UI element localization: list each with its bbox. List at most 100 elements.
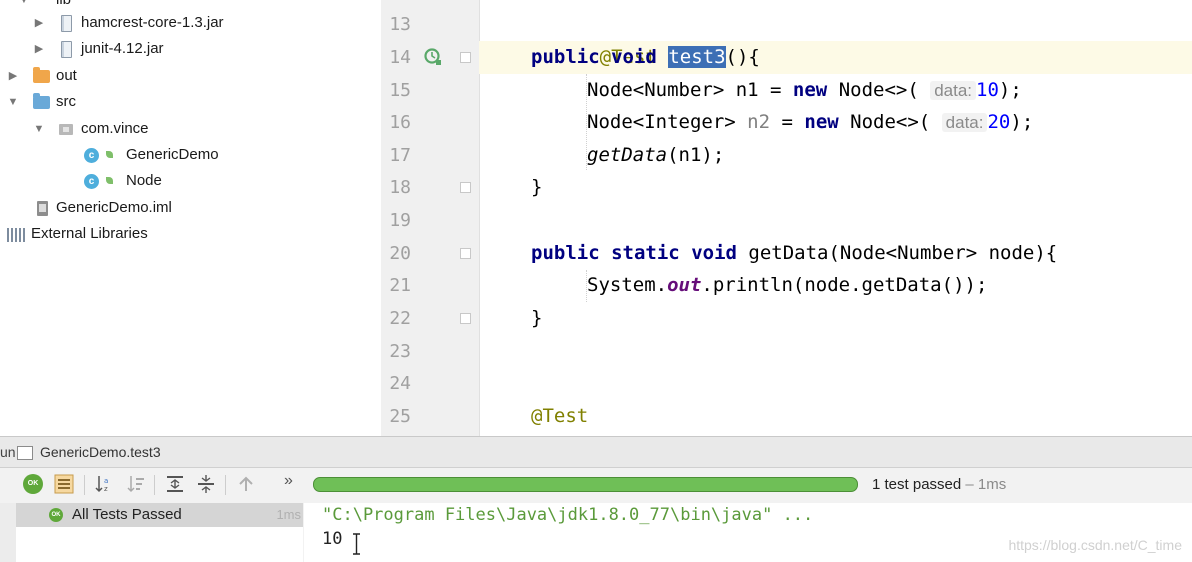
svg-text:a: a bbox=[104, 477, 108, 485]
editor-gutter[interactable]: 13 14 15 16 17 18 19 20 21 22 23 24 25 bbox=[381, 0, 480, 436]
show-ignored-icon[interactable] bbox=[54, 474, 74, 494]
sort-alphabetically-icon[interactable]: a z bbox=[94, 474, 114, 494]
code-token: } bbox=[531, 176, 543, 198]
test-progress-bar bbox=[313, 477, 858, 492]
code-line-17: getData(n1); bbox=[587, 139, 724, 172]
svg-text:z: z bbox=[104, 485, 108, 493]
sort-by-duration-icon[interactable] bbox=[126, 474, 146, 494]
test-result-item[interactable]: OK All Tests Passed 1ms bbox=[16, 503, 303, 527]
previous-failed-test-icon[interactable] bbox=[236, 474, 256, 494]
keyword-token: static bbox=[611, 242, 680, 264]
line-number: 21 bbox=[389, 275, 411, 296]
leaf-icon bbox=[106, 151, 113, 158]
line-number: 24 bbox=[389, 373, 411, 394]
line-number: 18 bbox=[389, 177, 411, 198]
line-number: 17 bbox=[389, 145, 411, 166]
expand-all-icon[interactable] bbox=[165, 474, 185, 494]
code-line-16: Node<Integer> n2 = new Node<>( data: 20); bbox=[587, 106, 1033, 139]
project-tree: ▼ lib ▶ hamcrest-core-1.3.jar ▶ junit-4.… bbox=[0, 0, 382, 436]
unused-variable-token: n2 bbox=[735, 111, 771, 133]
parameter-hint: data: bbox=[930, 81, 977, 100]
jar-icon bbox=[61, 15, 72, 32]
tree-item-junit-jar[interactable]: ▶ junit-4.12.jar bbox=[0, 36, 380, 62]
show-passed-toggle[interactable]: OK bbox=[23, 474, 43, 494]
fold-marker-icon[interactable] bbox=[460, 248, 471, 259]
line-number: 19 bbox=[389, 210, 411, 231]
keyword-token: void bbox=[691, 242, 737, 264]
passed-icon: OK bbox=[49, 508, 63, 522]
code-token: Node<Number> bbox=[587, 79, 725, 101]
jar-icon bbox=[61, 41, 72, 58]
code-line-20: public static void getData(Node<Number> … bbox=[531, 237, 1057, 270]
module-file-icon bbox=[37, 201, 48, 216]
tree-item-label: GenericDemo.iml bbox=[56, 199, 172, 216]
tree-item-node[interactable]: c Node bbox=[0, 168, 380, 194]
chevron-right-icon[interactable]: ▶ bbox=[32, 10, 46, 36]
tree-item-label: out bbox=[56, 67, 77, 84]
fold-marker-icon[interactable] bbox=[460, 52, 471, 63]
tree-item-label: junit-4.12.jar bbox=[81, 40, 164, 57]
code-token: (n1); bbox=[667, 144, 725, 166]
tree-item-external-libraries[interactable]: External Libraries bbox=[0, 221, 380, 247]
collapse-all-icon[interactable] bbox=[196, 474, 216, 494]
tree-item-label: External Libraries bbox=[31, 225, 148, 242]
line-number: 14 bbox=[389, 47, 411, 68]
test-status-text: 1 test passed – 1ms bbox=[872, 468, 1006, 502]
tree-item-label: GenericDemo bbox=[126, 146, 219, 163]
number-token: 10 bbox=[976, 79, 999, 101]
keyword-token: void bbox=[611, 46, 657, 68]
method-call-token: getData bbox=[587, 144, 668, 166]
fold-marker-icon[interactable] bbox=[460, 313, 471, 324]
java-class-icon: c bbox=[84, 174, 99, 189]
run-tab-header: un GenericDemo.test3 bbox=[0, 437, 1192, 468]
code-line-13: @Test bbox=[531, 8, 657, 68]
selected-method-name[interactable]: test3 bbox=[668, 46, 726, 68]
line-number: 20 bbox=[389, 243, 411, 264]
test-results-tree[interactable]: OK All Tests Passed 1ms bbox=[16, 503, 303, 562]
code-line-25: @Test bbox=[531, 400, 588, 433]
code-line-21: System.out.println(node.getData()); bbox=[587, 269, 987, 302]
run-tool-label: un bbox=[0, 444, 16, 460]
keyword-token: public bbox=[531, 242, 600, 264]
tree-item-hamcrest-jar[interactable]: ▶ hamcrest-core-1.3.jar bbox=[0, 10, 380, 36]
code-line-18: } bbox=[531, 171, 542, 204]
tree-item-out[interactable]: ▶ out bbox=[0, 63, 380, 89]
code-token: .println(node.getData()); bbox=[701, 274, 988, 296]
code-token: Node<>( bbox=[827, 79, 919, 101]
chevron-right-icon[interactable]: ▶ bbox=[6, 63, 20, 89]
tree-item-label: Node bbox=[126, 172, 162, 189]
code-token: ); bbox=[1010, 111, 1034, 133]
chevron-down-icon[interactable]: ▼ bbox=[6, 89, 20, 115]
code-line-15: Node<Number> n1 = new Node<>( data: 10); bbox=[587, 74, 1022, 107]
tree-item-src[interactable]: ▼ src bbox=[0, 89, 380, 115]
line-number: 22 bbox=[389, 308, 411, 329]
tree-item-label: src bbox=[56, 93, 76, 110]
tree-item-package[interactable]: ▼ com.vince bbox=[0, 116, 380, 142]
chevron-right-icon[interactable]: ▶ bbox=[32, 36, 46, 62]
tree-item-genericdemo[interactable]: c GenericDemo bbox=[0, 142, 380, 168]
console-output[interactable]: "C:\Program Files\Java\jdk1.8.0_77\bin\j… bbox=[304, 503, 1192, 562]
line-number: 25 bbox=[389, 406, 411, 427]
number-token: 20 bbox=[987, 111, 1011, 133]
chevron-down-icon[interactable]: ▼ bbox=[32, 116, 46, 142]
watermark: https://blog.csdn.net/C_time bbox=[1008, 537, 1182, 553]
code-token: getData(Node<Number> node){ bbox=[736, 242, 1058, 264]
fold-marker-icon[interactable] bbox=[460, 182, 471, 193]
code-token: System. bbox=[587, 274, 668, 296]
source-folder-icon bbox=[33, 93, 50, 109]
annotation-token: @Test bbox=[531, 405, 589, 427]
code-editor[interactable]: 13 14 15 16 17 18 19 20 21 22 23 24 25 @… bbox=[381, 0, 1192, 436]
text-cursor-icon bbox=[353, 533, 360, 555]
tree-item-label: hamcrest-core-1.3.jar bbox=[81, 14, 224, 31]
more-actions-icon[interactable]: » bbox=[284, 472, 304, 492]
code-token: Node<Integer> bbox=[587, 111, 736, 133]
status-label: 1 test passed bbox=[872, 476, 962, 493]
tree-item-iml[interactable]: GenericDemo.iml bbox=[0, 195, 380, 221]
keyword-token: new bbox=[804, 111, 839, 133]
code-token: } bbox=[531, 307, 543, 329]
run-tab-title[interactable]: GenericDemo.test3 bbox=[40, 437, 161, 467]
tree-item-label: com.vince bbox=[81, 120, 149, 137]
run-test-icon[interactable] bbox=[423, 47, 443, 67]
line-number: 13 bbox=[389, 14, 411, 35]
libraries-icon bbox=[7, 228, 25, 242]
